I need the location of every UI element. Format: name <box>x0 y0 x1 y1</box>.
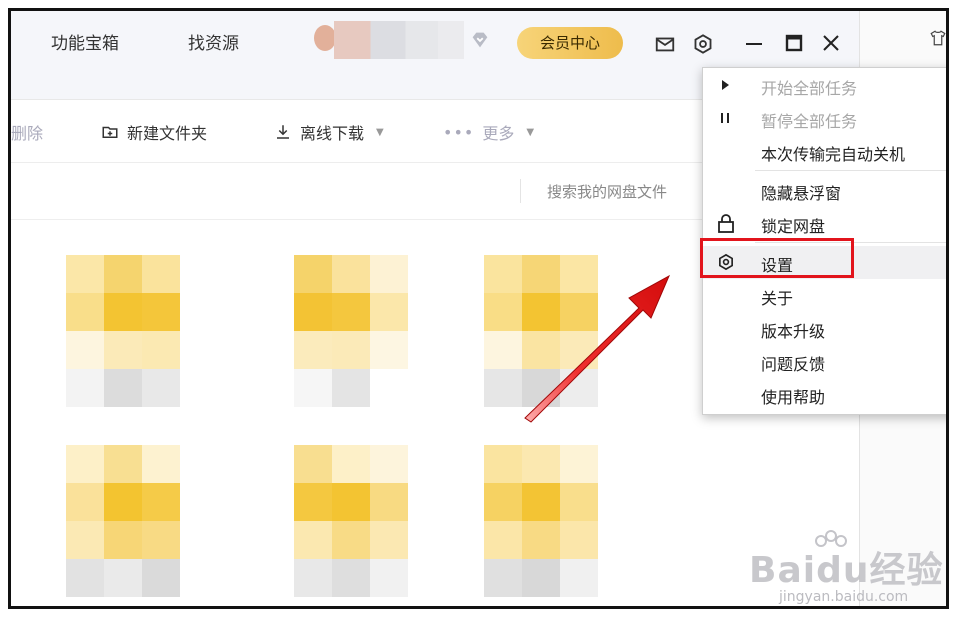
watermark-site: jingyan.baidu.com <box>779 589 909 605</box>
menu-item-feedback[interactable]: 问题反馈 <box>703 345 946 378</box>
file-thumbnail[interactable] <box>66 445 180 597</box>
play-icon <box>722 80 729 90</box>
app-window: 功能宝箱 找资源 会员中心 删除 新建文件夹 离线下载 ▼ ••• 更多 ▼ 搜… <box>8 8 949 609</box>
menu-item-hide-floating-window[interactable]: 隐藏悬浮窗 <box>703 174 946 207</box>
menu-item-help[interactable]: 使用帮助 <box>703 378 946 411</box>
avatar[interactable] <box>314 25 336 51</box>
minimize-icon[interactable] <box>742 31 766 55</box>
menu-item-lock-disk[interactable]: 锁定网盘 <box>703 207 946 240</box>
settings-icon[interactable] <box>692 33 714 55</box>
file-thumbnail[interactable] <box>66 255 180 407</box>
mail-icon[interactable] <box>654 33 676 55</box>
new-folder-label: 新建文件夹 <box>127 124 208 143</box>
watermark-brand: Baidu经验 <box>749 550 944 591</box>
nav-toolbox[interactable]: 功能宝箱 <box>51 29 119 54</box>
file-thumbnail[interactable] <box>294 445 408 597</box>
pause-icon <box>721 113 729 123</box>
search-input[interactable]: 搜索我的网盘文件 <box>547 181 667 202</box>
delete-button[interactable]: 删除 <box>11 120 43 144</box>
maximize-icon[interactable] <box>782 31 806 55</box>
file-thumbnail[interactable] <box>294 255 408 407</box>
offline-download-label: 离线下载 <box>300 124 365 143</box>
highlight-annotation <box>700 238 854 278</box>
menu-item-pause-all[interactable]: 暂停全部任务 <box>703 102 946 135</box>
vip-center-button[interactable]: 会员中心 <box>517 27 623 59</box>
download-icon <box>277 125 289 139</box>
menu-item-version-upgrade[interactable]: 版本升级 <box>703 312 946 345</box>
more-dots-icon: ••• <box>443 122 475 142</box>
file-thumbnail[interactable] <box>484 445 598 597</box>
nav-find-resources[interactable]: 找资源 <box>188 29 239 54</box>
menu-item-auto-shutdown[interactable]: 本次传输完自动关机 <box>703 135 946 168</box>
username-blurred <box>334 21 464 59</box>
chevron-down-icon: ▼ <box>376 126 384 138</box>
chevron-down-icon: ▼ <box>526 126 535 138</box>
menu-item-start-all[interactable]: 开始全部任务 <box>703 69 946 102</box>
menu-item-about[interactable]: 关于 <box>703 279 946 312</box>
tshirt-icon[interactable] <box>929 29 947 47</box>
offline-download-button[interactable]: 离线下载 ▼ <box>274 120 384 144</box>
more-button[interactable]: ••• 更多 ▼ <box>443 120 534 144</box>
divider <box>520 179 521 203</box>
new-folder-button[interactable]: 新建文件夹 <box>101 120 207 144</box>
menu-separator <box>755 170 946 171</box>
new-folder-icon <box>102 126 118 138</box>
close-icon[interactable] <box>819 31 843 55</box>
more-label: 更多 <box>482 124 515 143</box>
delete-label: 删除 <box>11 124 44 143</box>
lock-icon <box>718 214 734 233</box>
red-arrow-annotation <box>524 274 671 423</box>
diamond-icon[interactable] <box>469 29 491 51</box>
